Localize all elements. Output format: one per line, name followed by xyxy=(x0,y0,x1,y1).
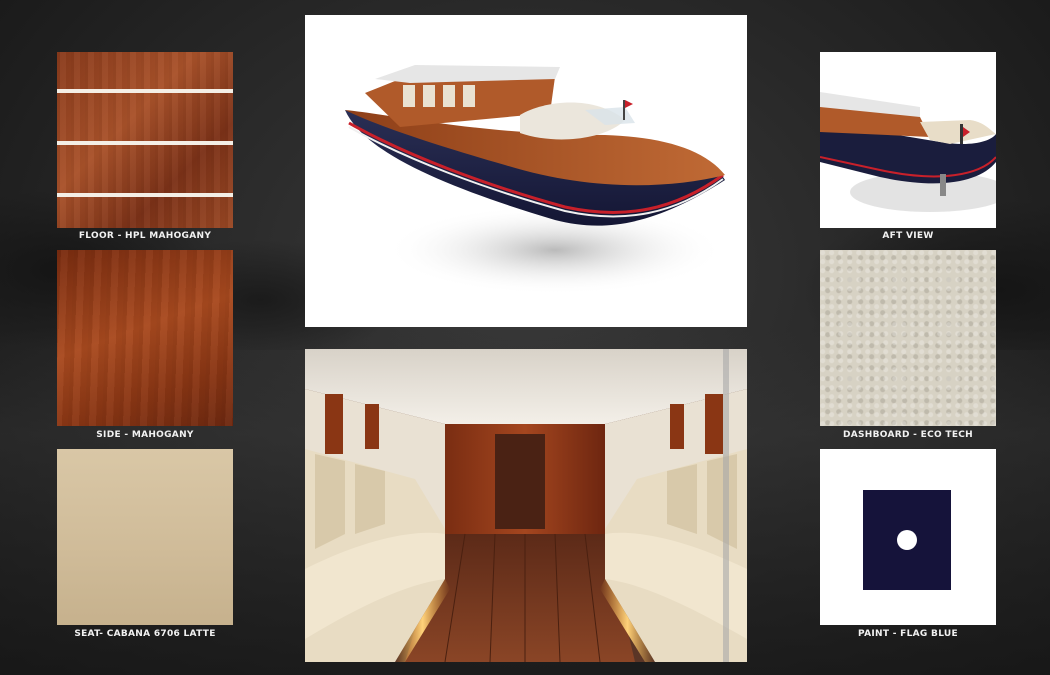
boat-illustration xyxy=(345,65,725,295)
white-dot xyxy=(897,530,917,550)
aft-boat-illustration xyxy=(820,92,996,212)
cabin-interior-image xyxy=(305,349,747,662)
interior-illustration xyxy=(305,349,747,662)
floor-swatch xyxy=(57,52,233,228)
side-swatch xyxy=(57,250,233,426)
side-caption: SIDE - MAHOGANY xyxy=(96,430,194,440)
dashboard-caption: DASHBOARD - ECO TECH xyxy=(842,430,974,440)
seat-caption: SEAT- CABANA 6706 LATTE xyxy=(74,629,216,639)
aft-view-caption: AFT VIEW xyxy=(882,231,934,241)
paint-swatch xyxy=(820,449,996,625)
dashboard-swatch xyxy=(820,250,996,426)
flag-blue-square xyxy=(863,490,951,590)
seat-swatch xyxy=(57,449,233,625)
paint-caption: PAINT - FLAG BLUE xyxy=(858,629,958,639)
boat-render-image xyxy=(305,15,747,327)
aft-view-image xyxy=(820,52,996,228)
floor-caption: FLOOR - HPL MAHOGANY xyxy=(78,231,212,241)
